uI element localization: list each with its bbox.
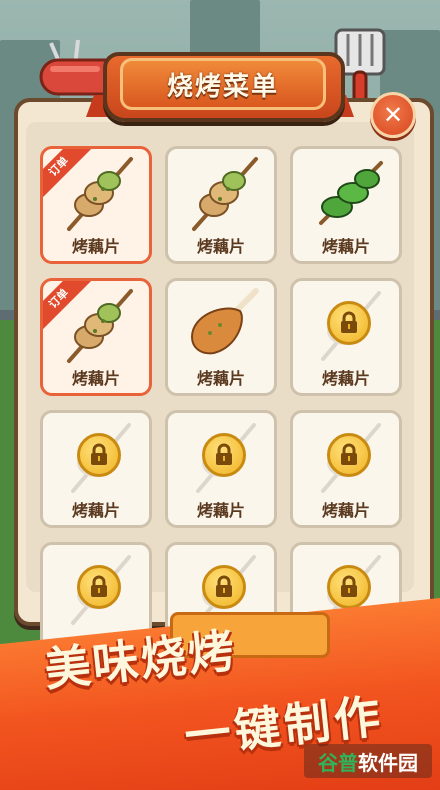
lock-icon [77, 433, 121, 477]
menu-card[interactable]: 烤藕片 [165, 410, 277, 528]
menu-card[interactable]: 烤藕片 [290, 146, 402, 264]
menu-card[interactable]: 订单 烤藕片 [40, 278, 152, 396]
menu-card[interactable]: 订单 烤藕片 [40, 146, 152, 264]
menu-card-label: 烤藕片 [321, 501, 370, 520]
lock-icon [202, 433, 246, 477]
menu-card-label: 烤藕片 [71, 369, 120, 388]
lock-icon [327, 565, 371, 609]
menu-card-label: 烤藕片 [196, 501, 245, 520]
menu-card[interactable]: 烤藕片 [165, 278, 277, 396]
lock-icon [327, 433, 371, 477]
menu-card-label: 烤藕片 [321, 237, 370, 256]
lock-icon [77, 565, 121, 609]
watermark: 谷普 软件园 [304, 744, 432, 778]
menu-card-label: 烤藕片 [71, 501, 120, 520]
close-icon: ✕ [382, 101, 404, 129]
menu-card[interactable]: 烤藕片 [165, 146, 277, 264]
skewer-icon [184, 153, 264, 233]
menu-card[interactable]: 烤藕片 [290, 410, 402, 528]
chicken-leg-icon [184, 285, 264, 365]
green-pepper-skewer-icon [309, 153, 389, 233]
lock-icon [327, 301, 371, 345]
page-title: 烧烤菜单 [166, 71, 279, 102]
menu-card[interactable]: 烤藕片 [290, 278, 402, 396]
menu-card[interactable]: 烤藕片 [40, 410, 152, 528]
lock-icon [202, 565, 246, 609]
close-button[interactable]: ✕ [370, 92, 416, 138]
menu-card-label: 烤藕片 [321, 369, 370, 388]
menu-card-label: 烤藕片 [71, 237, 120, 256]
menu-card-label: 烤藕片 [196, 237, 245, 256]
menu-card-label: 烤藕片 [196, 369, 245, 388]
title-plaque: 烧烤菜单 [120, 58, 326, 110]
